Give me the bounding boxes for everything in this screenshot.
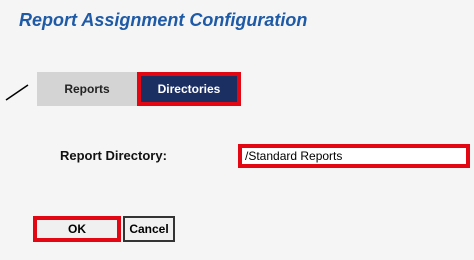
tab-directories[interactable]: Directories (137, 72, 241, 106)
callout-arrow-icon (5, 84, 29, 101)
page-title: Report Assignment Configuration (19, 10, 308, 30)
report-directory-label: Report Directory: (60, 148, 167, 163)
report-assignment-config-page: Report Assignment Configuration Reports … (0, 0, 474, 260)
tab-reports[interactable]: Reports (37, 72, 137, 106)
cancel-button[interactable]: Cancel (123, 216, 175, 242)
report-directory-input[interactable] (238, 144, 470, 168)
ok-button[interactable]: OK (33, 216, 121, 242)
